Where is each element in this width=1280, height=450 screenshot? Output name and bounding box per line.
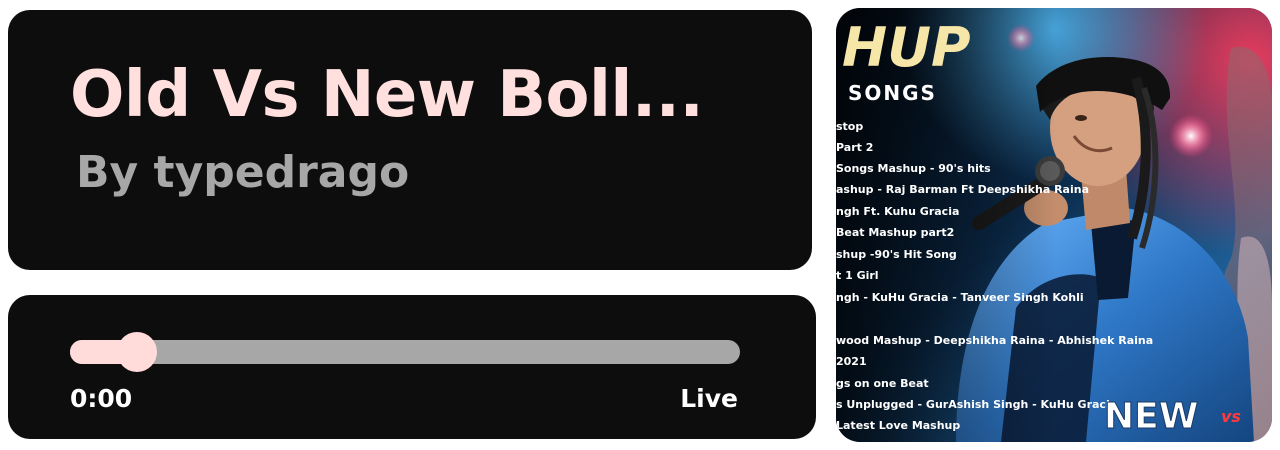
live-indicator: Live xyxy=(680,384,738,413)
player-controls-card: 0:00 Live xyxy=(8,295,816,439)
cover-track-line: ngh - KuHu Gracia - Tanveer Singh Kohli xyxy=(836,291,1084,304)
track-author: By typedrago xyxy=(76,147,410,198)
cover-track-line: shup -90's Hit Song xyxy=(836,248,957,261)
progress-thumb[interactable] xyxy=(117,332,157,372)
cover-track-line: Part 2 xyxy=(836,141,873,154)
cover-track-line: s Unplugged - GurAshish Singh - KuHu Gra… xyxy=(836,398,1117,411)
cover-heading: HUP xyxy=(842,16,971,79)
cover-track-line: gs on one Beat xyxy=(836,377,929,390)
cover-track-line: 2021 xyxy=(836,355,867,368)
track-title: Old Vs New Boll... xyxy=(70,58,704,132)
cover-subheading: SONGS xyxy=(848,81,937,105)
album-cover: HUP SONGS stop Part 2 Songs Mashup - 90'… xyxy=(836,8,1272,442)
cover-new-label: NEW xyxy=(1104,396,1198,437)
cover-track-line: Beat Mashup part2 xyxy=(836,226,954,239)
progress-track xyxy=(70,340,740,364)
cover-track-line: ngh Ft. Kuhu Gracia xyxy=(836,205,959,218)
cover-track-line: t 1 Girl xyxy=(836,269,879,282)
cover-track-line: stop xyxy=(836,120,863,133)
now-playing-card: Old Vs New Boll... By typedrago xyxy=(8,10,812,270)
current-time: 0:00 xyxy=(70,384,133,413)
cover-track-line: Latest Love Mashup xyxy=(836,419,960,432)
cover-track-line: ashup - Raj Barman Ft Deepshikha Raina xyxy=(836,183,1089,196)
cover-vs-label: vs xyxy=(1221,407,1241,426)
cover-track-line: wood Mashup - Deepshikha Raina - Abhishe… xyxy=(836,334,1153,347)
progress-slider[interactable] xyxy=(70,332,740,372)
cover-track-line: Songs Mashup - 90's hits xyxy=(836,162,991,175)
